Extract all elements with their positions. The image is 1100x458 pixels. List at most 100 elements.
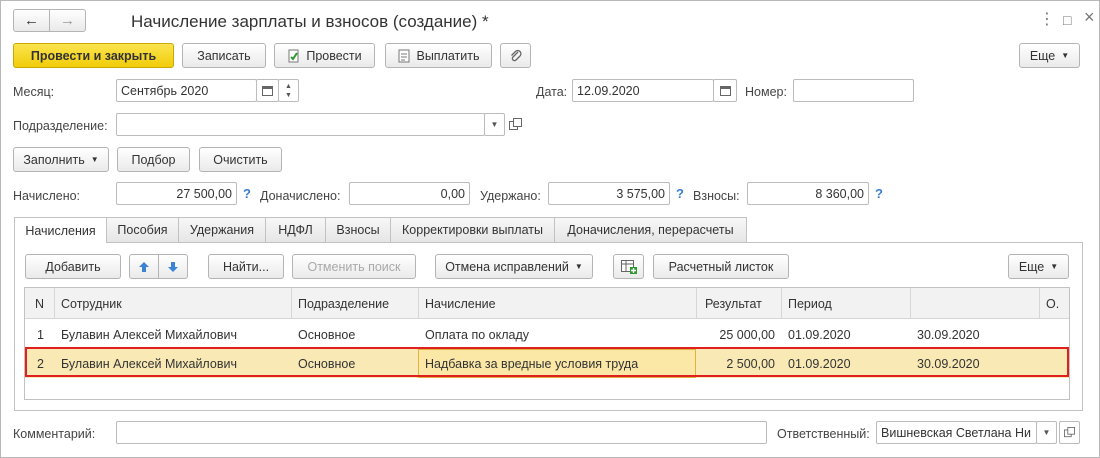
column-header-period[interactable]: Период [782, 289, 838, 318]
clear-button[interactable]: Очистить [199, 147, 282, 172]
table-header: N Сотрудник Подразделение Начисление Рез… [25, 288, 1069, 319]
row-accrual: Оплата по окладу [425, 327, 530, 342]
date-field[interactable]: 12.09.2020 [572, 79, 714, 102]
additional-field: 0,00 [349, 182, 470, 205]
tab-deductions[interactable]: Удержания [178, 217, 266, 242]
calendar-button[interactable] [256, 79, 279, 102]
table-add-icon [620, 259, 637, 274]
row-period-from: 01.09.2020 [788, 327, 851, 342]
column-header-n[interactable]: N [29, 289, 50, 318]
help-icon[interactable]: ? [875, 186, 883, 201]
table-row[interactable]: 1 Булавин Алексей Михайлович Основное Оп… [25, 320, 1069, 349]
month-label: Месяц: [13, 85, 55, 99]
tab-recalculations[interactable]: Доначисления, перерасчеты [554, 217, 747, 242]
responsible-dropdown-button[interactable]: ▼ [1036, 421, 1057, 444]
dropdown-arrow-icon: ▼ [490, 120, 499, 129]
open-icon [1064, 427, 1075, 438]
dropdown-arrow-icon: ▼ [90, 155, 99, 164]
save-button[interactable]: Записать [182, 43, 266, 68]
row-period-to: 30.09.2020 [917, 327, 980, 342]
close-icon[interactable]: × [1084, 8, 1095, 26]
attach-button[interactable] [500, 43, 531, 68]
row-division: Основное [298, 327, 356, 342]
arrow-down-icon [167, 261, 179, 273]
table-more-button[interactable]: Еще ▼ [1008, 254, 1069, 279]
menu-icon[interactable]: ⋮ [1039, 12, 1055, 28]
nav-back-button[interactable]: ← [13, 9, 50, 32]
highlight-frame [25, 347, 1069, 377]
step-up-icon[interactable]: ▲ [285, 82, 292, 91]
calendar-icon [262, 85, 273, 96]
dropdown-arrow-icon: ▼ [1050, 262, 1059, 271]
responsible-label: Ответственный: [777, 427, 870, 441]
comment-label: Комментарий: [13, 427, 96, 441]
accruals-table: N Сотрудник Подразделение Начисление Рез… [24, 287, 1070, 400]
post-and-close-button[interactable]: Провести и закрыть [13, 43, 174, 68]
tab-payment-corrections[interactable]: Корректировки выплаты [390, 217, 555, 242]
contrib-field: 8 360,00 [747, 182, 869, 205]
number-label: Номер: [745, 85, 787, 99]
date-label: Дата: [536, 85, 568, 99]
cancel-corrections-button[interactable]: Отмена исправлений ▼ [435, 254, 593, 279]
more-button[interactable]: Еще ▼ [1019, 43, 1080, 68]
find-button[interactable]: Найти... [208, 254, 284, 279]
column-header-division[interactable]: Подразделение [292, 289, 395, 318]
post-doc-icon [287, 49, 301, 63]
more-button-label: Еще [1029, 48, 1056, 63]
arrow-left-icon: ← [24, 12, 39, 29]
tab-benefits[interactable]: Пособия [106, 217, 179, 242]
pay-button-label: Выплатить [416, 48, 480, 63]
tab-contributions[interactable]: Взносы [325, 217, 391, 242]
window-title: Начисление зарплаты и взносов (создание)… [131, 12, 489, 31]
select-button[interactable]: Подбор [117, 147, 190, 172]
date-calendar-button[interactable] [713, 79, 737, 102]
payslip-button[interactable]: Расчетный листок [653, 254, 789, 279]
withheld-label: Удержано: [480, 189, 541, 203]
open-responsible-button[interactable] [1059, 421, 1080, 444]
fill-button[interactable]: Заполнить ▼ [13, 147, 109, 172]
restore-icon[interactable]: □ [1063, 12, 1071, 28]
dropdown-arrow-icon: ▼ [1061, 51, 1070, 60]
pay-doc-icon [397, 49, 411, 63]
comment-field[interactable] [116, 421, 767, 444]
calendar-icon [719, 85, 731, 96]
responsible-field[interactable]: Вишневская Светлана Ни [876, 421, 1037, 444]
column-header-result[interactable]: Результат [699, 289, 768, 318]
arrow-up-icon [138, 261, 150, 273]
column-header-accrual[interactable]: Начисление [419, 289, 502, 318]
month-stepper[interactable]: ▲ ▼ [278, 79, 299, 102]
post-button[interactable]: Провести [274, 43, 375, 68]
fill-button-label: Заполнить [23, 152, 85, 167]
post-button-label: Провести [306, 48, 362, 63]
additional-label: Доначислено: [260, 189, 341, 203]
accrued-field: 27 500,00 [116, 182, 237, 205]
withheld-field: 3 575,00 [548, 182, 670, 205]
step-down-icon[interactable]: ▼ [285, 91, 292, 100]
cancel-search-button[interactable]: Отменить поиск [292, 254, 416, 279]
open-division-icon[interactable] [509, 118, 522, 131]
table-settings-button[interactable] [613, 254, 644, 279]
row-number: 1 [37, 327, 44, 342]
paperclip-icon [509, 49, 523, 63]
move-down-button[interactable] [158, 254, 188, 279]
pay-button[interactable]: Выплатить [385, 43, 492, 68]
help-icon[interactable]: ? [676, 186, 684, 201]
cancel-corrections-label: Отмена исправлений [445, 259, 569, 274]
division-dropdown-button[interactable]: ▼ [484, 113, 505, 136]
nav-forward-button[interactable]: → [49, 9, 86, 32]
move-up-button[interactable] [129, 254, 159, 279]
column-header-period-end[interactable] [911, 289, 923, 318]
dropdown-arrow-icon: ▼ [1042, 428, 1051, 437]
help-icon[interactable]: ? [243, 186, 251, 201]
tab-accruals[interactable]: Начисления [14, 217, 107, 243]
contrib-label: Взносы: [693, 189, 740, 203]
column-header-o[interactable]: О. [1040, 289, 1065, 318]
add-row-button[interactable]: Добавить [25, 254, 121, 279]
row-employee: Булавин Алексей Михайлович [61, 327, 237, 342]
division-field[interactable] [116, 113, 485, 136]
month-field[interactable]: Сентябрь 2020 [116, 79, 257, 102]
row-result: 25 000,00 [719, 327, 775, 342]
number-field[interactable] [793, 79, 914, 102]
column-header-employee[interactable]: Сотрудник [55, 289, 128, 318]
tab-ndfl[interactable]: НДФЛ [265, 217, 326, 242]
